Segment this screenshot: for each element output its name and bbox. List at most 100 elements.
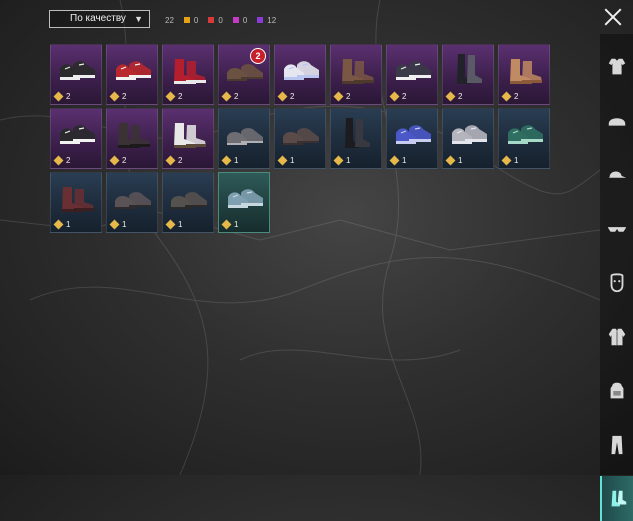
item-count: 2 bbox=[333, 91, 350, 101]
sort-label: По качеству bbox=[70, 13, 126, 24]
helmet-icon bbox=[608, 117, 625, 126]
item-slot[interactable]: 2 bbox=[162, 44, 214, 105]
category-helmet[interactable] bbox=[600, 98, 633, 143]
diamond-icon bbox=[333, 91, 344, 101]
item-slot[interactable]: 2 bbox=[498, 44, 550, 105]
item-count: 1 bbox=[501, 155, 519, 165]
category-hat[interactable] bbox=[600, 152, 633, 197]
diamond-icon bbox=[277, 155, 288, 165]
diamond-icon bbox=[165, 91, 176, 101]
item-count: 2 bbox=[501, 91, 518, 101]
item-count-value: 1 bbox=[514, 155, 519, 165]
item-count: 1 bbox=[109, 219, 126, 229]
shoe-item-icon bbox=[396, 125, 431, 144]
pink-count: 0 bbox=[242, 15, 248, 25]
item-count: 2 bbox=[277, 91, 295, 101]
item-slot[interactable]: 22 bbox=[218, 44, 270, 105]
item-slot[interactable]: 1 bbox=[386, 108, 438, 169]
diamond-icon bbox=[109, 155, 120, 165]
category-pants[interactable] bbox=[600, 422, 633, 467]
item-count-value: 2 bbox=[290, 91, 295, 101]
diamond-icon bbox=[445, 155, 456, 165]
shoe-item-icon bbox=[510, 59, 542, 84]
item-slot[interactable]: 2 bbox=[50, 108, 102, 169]
purple-rarity-icon bbox=[257, 17, 264, 23]
item-slot[interactable]: 1 bbox=[106, 172, 158, 233]
item-slot[interactable]: 1 bbox=[218, 172, 270, 233]
shoe-item-icon bbox=[174, 123, 206, 148]
diamond-icon bbox=[277, 91, 288, 101]
shoes-icon bbox=[611, 490, 626, 506]
diamond-icon bbox=[53, 155, 64, 165]
diamond-icon bbox=[165, 155, 176, 165]
shoe-item-icon bbox=[283, 128, 319, 145]
item-count-value: 2 bbox=[458, 91, 463, 101]
item-slot[interactable]: 2 bbox=[106, 44, 158, 105]
red-rarity-icon bbox=[208, 17, 215, 23]
item-slot[interactable]: 1 bbox=[498, 108, 550, 169]
category-mask[interactable] bbox=[600, 260, 633, 305]
item-count: 1 bbox=[445, 155, 463, 165]
category-top[interactable] bbox=[600, 44, 633, 89]
diamond-icon bbox=[389, 155, 400, 165]
item-slot[interactable]: 1 bbox=[274, 108, 326, 169]
diamond-icon bbox=[445, 91, 456, 101]
top-icon bbox=[608, 58, 625, 74]
gold-rarity-icon bbox=[183, 17, 190, 23]
item-slot[interactable]: 1 bbox=[442, 108, 494, 169]
item-count-value: 2 bbox=[66, 91, 71, 101]
item-count-value: 1 bbox=[66, 219, 71, 229]
red-count: 0 bbox=[218, 15, 223, 25]
item-slot[interactable]: 2 bbox=[274, 44, 326, 105]
shoe-item-icon bbox=[60, 125, 95, 144]
category-glasses[interactable] bbox=[600, 206, 633, 251]
item-count-value: 1 bbox=[234, 219, 239, 229]
item-count-value: 1 bbox=[178, 219, 183, 229]
item-count: 1 bbox=[333, 155, 351, 165]
item-count-value: 1 bbox=[234, 155, 239, 165]
item-slot[interactable]: 1 bbox=[50, 172, 102, 233]
item-slot[interactable]: 2 bbox=[50, 44, 102, 105]
pink-rarity-icon bbox=[232, 17, 239, 23]
mask-icon bbox=[610, 272, 623, 292]
pants-icon bbox=[611, 435, 622, 454]
shoe-item-icon bbox=[115, 192, 151, 209]
item-slot[interactable]: 2 bbox=[106, 108, 158, 169]
item-count-value: 2 bbox=[122, 155, 127, 165]
shoe-item-icon bbox=[457, 54, 482, 84]
item-slot[interactable]: 1 bbox=[330, 108, 382, 169]
item-slot[interactable]: 2 bbox=[386, 44, 438, 105]
item-count: 2 bbox=[165, 91, 182, 101]
shoe-item-icon bbox=[227, 128, 263, 145]
category-jacket[interactable] bbox=[600, 314, 633, 359]
diamond-icon bbox=[109, 91, 120, 101]
item-count: 2 bbox=[221, 91, 238, 101]
shoe-item-icon bbox=[171, 192, 207, 209]
diamond-icon bbox=[53, 219, 64, 229]
category-backpack[interactable] bbox=[600, 368, 633, 413]
item-slot[interactable]: 2 bbox=[162, 108, 214, 169]
item-slot[interactable]: 2 bbox=[442, 44, 494, 105]
item-slot[interactable]: 1 bbox=[162, 172, 214, 233]
item-count: 2 bbox=[53, 155, 71, 165]
diamond-icon bbox=[109, 219, 120, 229]
item-slot[interactable]: 1 bbox=[218, 108, 270, 169]
diamond-icon bbox=[221, 155, 232, 165]
close-button[interactable] bbox=[602, 6, 624, 28]
item-count-value: 2 bbox=[66, 155, 71, 165]
sort-dropdown[interactable]: По качеству ▼ bbox=[49, 10, 150, 28]
hat-icon bbox=[608, 171, 626, 178]
item-count-value: 1 bbox=[346, 155, 351, 165]
shoe-item-icon bbox=[284, 61, 319, 80]
shoe-item-icon bbox=[174, 59, 206, 84]
item-count: 2 bbox=[389, 91, 407, 101]
item-count-value: 2 bbox=[402, 91, 407, 101]
diamond-icon bbox=[389, 91, 400, 101]
shoe-item-icon bbox=[118, 123, 150, 148]
inventory-summary: 22 0 0 0 12 bbox=[165, 14, 276, 26]
item-count-value: 1 bbox=[458, 155, 463, 165]
item-count: 2 bbox=[445, 91, 463, 101]
category-shoes[interactable] bbox=[600, 476, 633, 521]
item-count: 1 bbox=[277, 155, 294, 165]
item-slot[interactable]: 2 bbox=[330, 44, 382, 105]
